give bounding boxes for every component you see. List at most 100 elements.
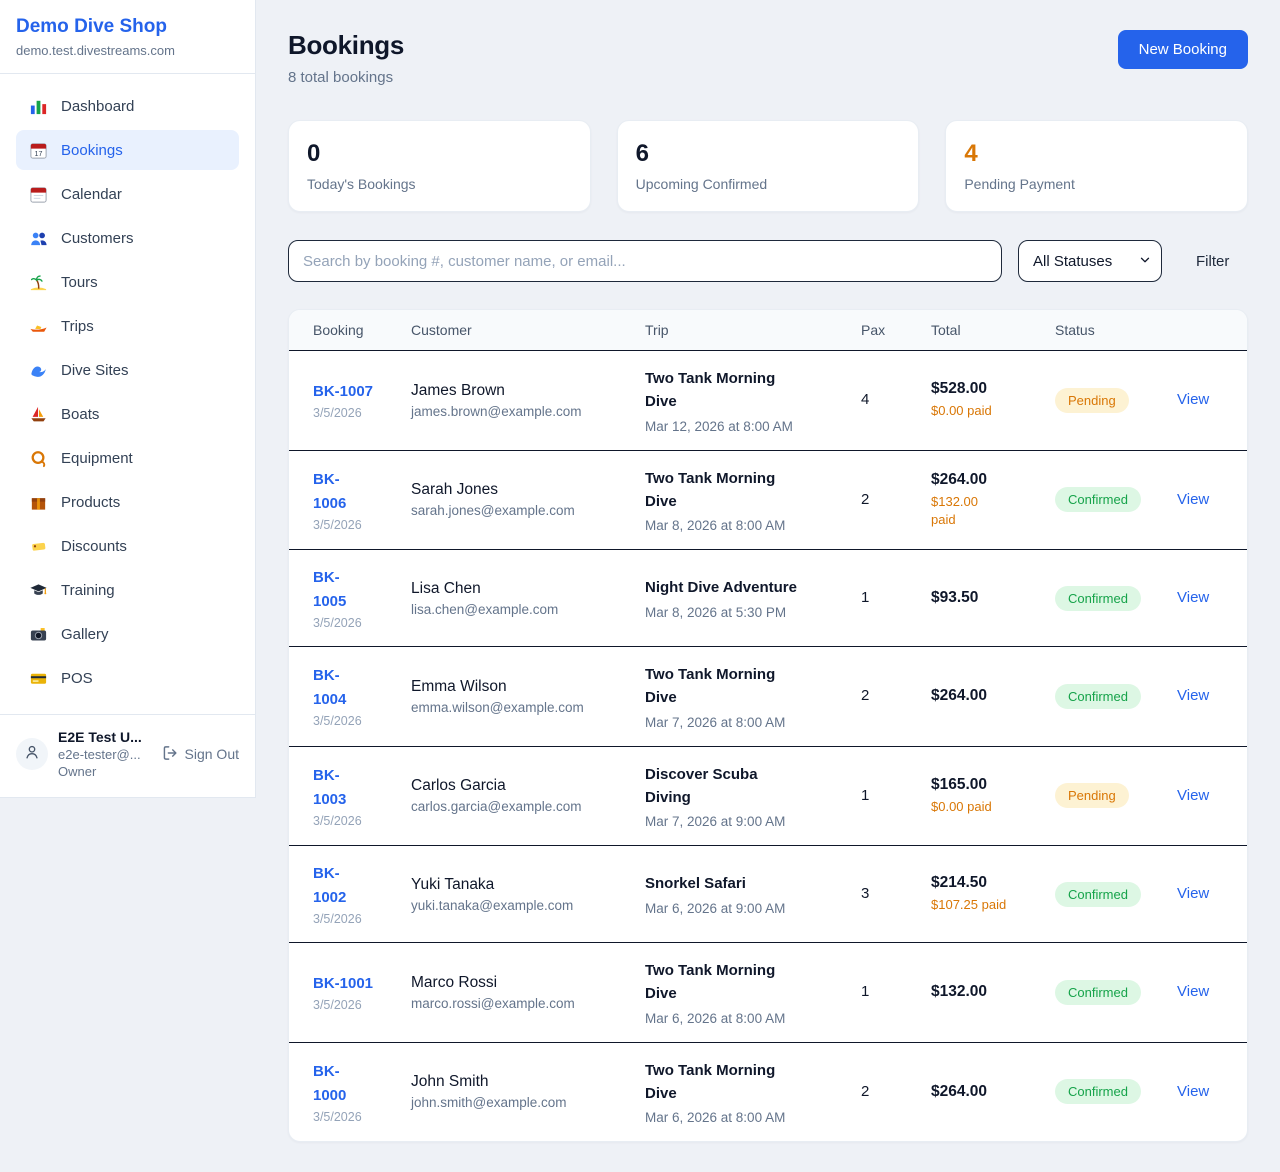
column-header-trip: Trip: [637, 310, 853, 351]
booking-date: 3/5/2026: [313, 998, 395, 1012]
customer-email: marco.rossi@example.com: [411, 996, 629, 1011]
table-row: BK- 1005 3/5/2026 Lisa Chen lisa.chen@ex…: [289, 550, 1247, 647]
dive-mask-icon: [28, 448, 48, 468]
stat-label: Today's Bookings: [307, 176, 572, 192]
bar-chart-icon: [28, 96, 48, 116]
sidebar-item-dashboard[interactable]: Dashboard: [16, 86, 239, 126]
bookings-table: BookingCustomerTripPaxTotalStatus BK-100…: [289, 310, 1247, 1141]
table-body: BK-1007 3/5/2026 James Brown james.brown…: [289, 351, 1247, 1142]
credit-card-icon: [28, 668, 48, 688]
sidebar-item-gallery[interactable]: Gallery: [16, 614, 239, 654]
column-header-actions: [1169, 310, 1247, 351]
speedboat-icon: [28, 316, 48, 336]
customer-email: john.smith@example.com: [411, 1095, 629, 1110]
pax-count: 2: [861, 687, 869, 704]
user-meta: E2E Test U... e2e-tester@... Owner: [58, 729, 151, 779]
status-badge: Pending: [1055, 388, 1129, 413]
sidebar-item-bookings[interactable]: 17 Bookings: [16, 130, 239, 170]
table-row: BK- 1004 3/5/2026 Emma Wilson emma.wilso…: [289, 647, 1247, 747]
search-input[interactable]: [288, 240, 1002, 282]
view-link[interactable]: View: [1177, 687, 1209, 704]
sidebar-item-discounts[interactable]: Discounts: [16, 526, 239, 566]
svg-text:17: 17: [34, 150, 42, 158]
total-amount: $264.00: [931, 471, 1039, 489]
page-subtitle: 8 total bookings: [288, 69, 404, 86]
view-link[interactable]: View: [1177, 885, 1209, 902]
view-link[interactable]: View: [1177, 983, 1209, 1000]
stat-value: 6: [636, 140, 901, 168]
view-link[interactable]: View: [1177, 491, 1209, 508]
paid-amount: $0.00 paid: [931, 402, 1039, 420]
booking-number-link[interactable]: BK-1001: [313, 972, 395, 996]
booking-date: 3/5/2026: [313, 1110, 395, 1124]
brand[interactable]: Demo Dive Shop demo.test.divestreams.com: [0, 0, 255, 74]
view-link[interactable]: View: [1177, 787, 1209, 804]
booking-number-link[interactable]: BK- 1004: [313, 664, 395, 712]
sidebar-item-equipment[interactable]: Equipment: [16, 438, 239, 478]
sidebar-item-label: Dashboard: [61, 98, 134, 115]
sidebar-item-customers[interactable]: Customers: [16, 218, 239, 258]
logout-icon: [161, 744, 179, 765]
table-row: BK- 1006 3/5/2026 Sarah Jones sarah.jone…: [289, 450, 1247, 550]
status-select[interactable]: All Statuses: [1018, 240, 1162, 282]
customer-name: Emma Wilson: [411, 678, 629, 696]
total-amount: $165.00: [931, 776, 1039, 794]
view-link[interactable]: View: [1177, 391, 1209, 408]
filter-button[interactable]: Filter: [1196, 253, 1229, 270]
sidebar-item-products[interactable]: Products: [16, 482, 239, 522]
customer-name: Carlos Garcia: [411, 777, 629, 795]
customer-email: yuki.tanaka@example.com: [411, 898, 629, 913]
view-link[interactable]: View: [1177, 589, 1209, 606]
calendar-icon: [28, 184, 48, 204]
sidebar-item-label: Calendar: [61, 186, 122, 203]
total-amount: $132.00: [931, 983, 1039, 1001]
page-title: Bookings: [288, 30, 404, 61]
booking-number-link[interactable]: BK- 1005: [313, 566, 395, 614]
brand-name[interactable]: Demo Dive Shop: [16, 16, 239, 38]
sidebar-item-training[interactable]: Training: [16, 570, 239, 610]
column-header-total: Total: [923, 310, 1047, 351]
sidebar-item-dive-sites[interactable]: Dive Sites: [16, 350, 239, 390]
view-link[interactable]: View: [1177, 1083, 1209, 1100]
sidebar: Demo Dive Shop demo.test.divestreams.com…: [0, 0, 256, 798]
avatar: [16, 738, 48, 770]
booking-number-link[interactable]: BK- 1000: [313, 1060, 395, 1108]
booking-date: 3/5/2026: [313, 518, 395, 532]
sign-out-button[interactable]: Sign Out: [161, 744, 239, 765]
pax-count: 1: [861, 589, 869, 606]
total-amount: $528.00: [931, 380, 1039, 398]
sidebar-item-label: Bookings: [61, 142, 123, 159]
sidebar-item-tours[interactable]: Tours: [16, 262, 239, 302]
booking-date: 3/5/2026: [313, 616, 395, 630]
pax-count: 2: [861, 491, 869, 508]
sailboat-icon: [28, 404, 48, 424]
filter-row: All Statuses Filter: [288, 240, 1248, 282]
pax-count: 2: [861, 1083, 869, 1100]
stat-label: Upcoming Confirmed: [636, 176, 901, 192]
booking-number-link[interactable]: BK- 1006: [313, 468, 395, 516]
bookings-table-card: BookingCustomerTripPaxTotalStatus BK-100…: [288, 309, 1248, 1142]
calendar-date-icon: 17: [28, 140, 48, 160]
customer-name: John Smith: [411, 1073, 629, 1091]
customer-name: Lisa Chen: [411, 580, 629, 598]
table-row: BK- 1000 3/5/2026 John Smith john.smith@…: [289, 1042, 1247, 1141]
user-role: Owner: [58, 764, 151, 779]
user-email: e2e-tester@...: [58, 747, 151, 762]
sidebar-nav: Dashboard 17 Bookings Calendar CustomersTour…: [0, 74, 255, 712]
sidebar-item-trips[interactable]: Trips: [16, 306, 239, 346]
paid-amount: $0.00 paid: [931, 798, 1039, 816]
brand-domain: demo.test.divestreams.com: [16, 43, 239, 58]
column-header-status: Status: [1047, 310, 1169, 351]
stat-card: 6 Upcoming Confirmed: [617, 120, 920, 212]
sidebar-item-calendar[interactable]: Calendar: [16, 174, 239, 214]
booking-number-link[interactable]: BK-1007: [313, 380, 395, 404]
new-booking-button[interactable]: New Booking: [1118, 30, 1248, 69]
sidebar-item-pos[interactable]: POS: [16, 658, 239, 698]
stat-card: 4Pending Payment: [945, 120, 1248, 212]
total-amount: $93.50: [931, 589, 1039, 607]
sidebar-item-boats[interactable]: Boats: [16, 394, 239, 434]
trip-name: Night Dive Adventure: [645, 576, 845, 599]
booking-number-link[interactable]: BK- 1002: [313, 862, 395, 910]
booking-number-link[interactable]: BK- 1003: [313, 764, 395, 812]
booking-date: 3/5/2026: [313, 912, 395, 926]
